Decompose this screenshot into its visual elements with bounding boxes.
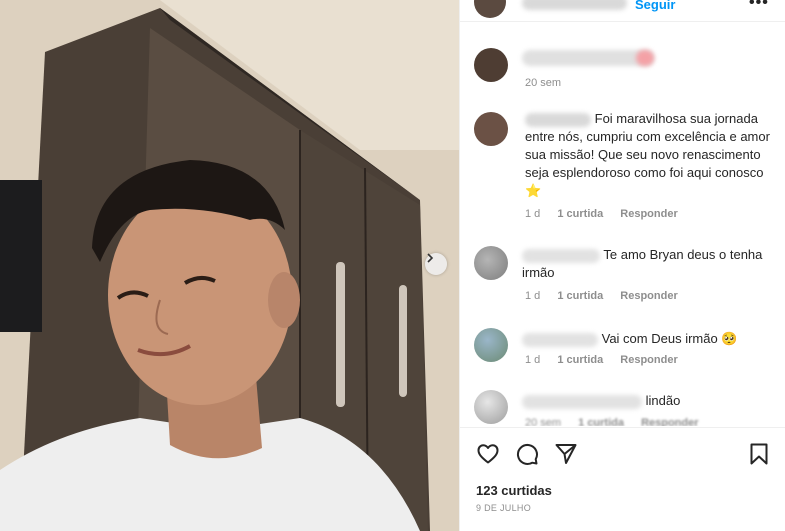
comment-body: Foi maravilhosa sua jornada entre nós, c… (525, 110, 773, 200)
commenter-username-blurred[interactable] (522, 50, 654, 66)
commenter-avatar[interactable] (474, 390, 508, 424)
comment-time: 1 d (525, 208, 541, 220)
carousel-next-button[interactable] (425, 253, 447, 275)
like-button[interactable] (476, 442, 500, 471)
commenter-avatar[interactable] (474, 112, 508, 146)
commenter-avatar[interactable] (474, 48, 508, 82)
comment-meta: 20 sem 1 curtida Responder (525, 417, 713, 426)
reply-button[interactable]: Responder (641, 417, 698, 426)
commenter-username-blurred[interactable] (522, 394, 642, 409)
comment-likes[interactable]: 1 curtida (557, 354, 603, 366)
save-button[interactable] (747, 442, 771, 471)
post-header: Seguir ••• (460, 0, 785, 22)
comment-button[interactable] (515, 442, 539, 471)
post-side-panel: Seguir ••• 20 sem Foi maravilhosa sua jo… (459, 0, 785, 531)
commenter-username-blurred (636, 50, 654, 66)
bookmark-icon (750, 443, 768, 465)
comment-likes[interactable]: 1 curtida (578, 417, 624, 426)
commenter-username-blurred[interactable] (525, 112, 591, 127)
reply-button[interactable]: Responder (620, 290, 677, 302)
comment-time: 1 d (525, 354, 541, 366)
share-button[interactable] (554, 442, 578, 471)
post-photo-illustration (0, 0, 459, 531)
comments-list[interactable]: 20 sem Foi maravilhosa sua jornada entre… (460, 22, 785, 426)
author-username-blurred[interactable] (522, 0, 627, 10)
reply-button[interactable]: Responder (620, 354, 677, 366)
comment-likes[interactable]: 1 curtida (557, 208, 603, 220)
comment-item: Vai com Deus irmão 🥺 1 d 1 curtida Respo… (460, 326, 785, 388)
share-icon (555, 444, 577, 464)
heart-icon (477, 444, 499, 464)
comment-meta: 1 d 1 curtida Responder (525, 290, 692, 302)
comment-body: Te amo Bryan deus o tenha irmão (522, 246, 770, 282)
comment-text: lindão (645, 393, 681, 408)
comment-icon (516, 443, 538, 465)
comment-item: lindão 20 sem 1 curtida Responder (460, 390, 785, 426)
likes-count[interactable]: 123 curtidas (476, 483, 552, 498)
comment-meta: 1 d 1 curtida Responder (525, 354, 692, 366)
comment-meta: 20 sem (525, 77, 575, 89)
comment-item: Foi maravilhosa sua jornada entre nós, c… (460, 108, 785, 228)
commenter-avatar[interactable] (474, 328, 508, 362)
author-avatar[interactable] (474, 0, 506, 18)
commenter-username-blurred[interactable] (522, 332, 598, 347)
comment-time: 1 d (525, 290, 541, 302)
comment-item: Te amo Bryan deus o tenha irmão 1 d 1 cu… (460, 244, 785, 314)
post-date: 9 DE JULHO (476, 503, 532, 513)
commenter-avatar[interactable] (474, 246, 508, 280)
reply-button[interactable]: Responder (620, 208, 677, 220)
follow-button[interactable]: Seguir (635, 0, 675, 12)
chevron-right-icon (427, 253, 434, 263)
comment-time: 20 sem (525, 417, 562, 426)
comment-time: 20 sem (525, 77, 562, 89)
comment-body: lindão (522, 392, 770, 410)
comment-item: 20 sem (460, 22, 785, 102)
post-photo[interactable] (0, 0, 459, 531)
comment-text: Vai com Deus irmão 🥺 (601, 331, 738, 346)
comment-body: Vai com Deus irmão 🥺 (522, 330, 770, 348)
comment-meta: 1 d 1 curtida Responder (525, 208, 692, 220)
more-options-button[interactable]: ••• (749, 0, 769, 12)
post-actions: 123 curtidas 9 DE JULHO (460, 427, 785, 531)
commenter-username-blurred[interactable] (522, 248, 600, 263)
comment-likes[interactable]: 1 curtida (557, 290, 603, 302)
